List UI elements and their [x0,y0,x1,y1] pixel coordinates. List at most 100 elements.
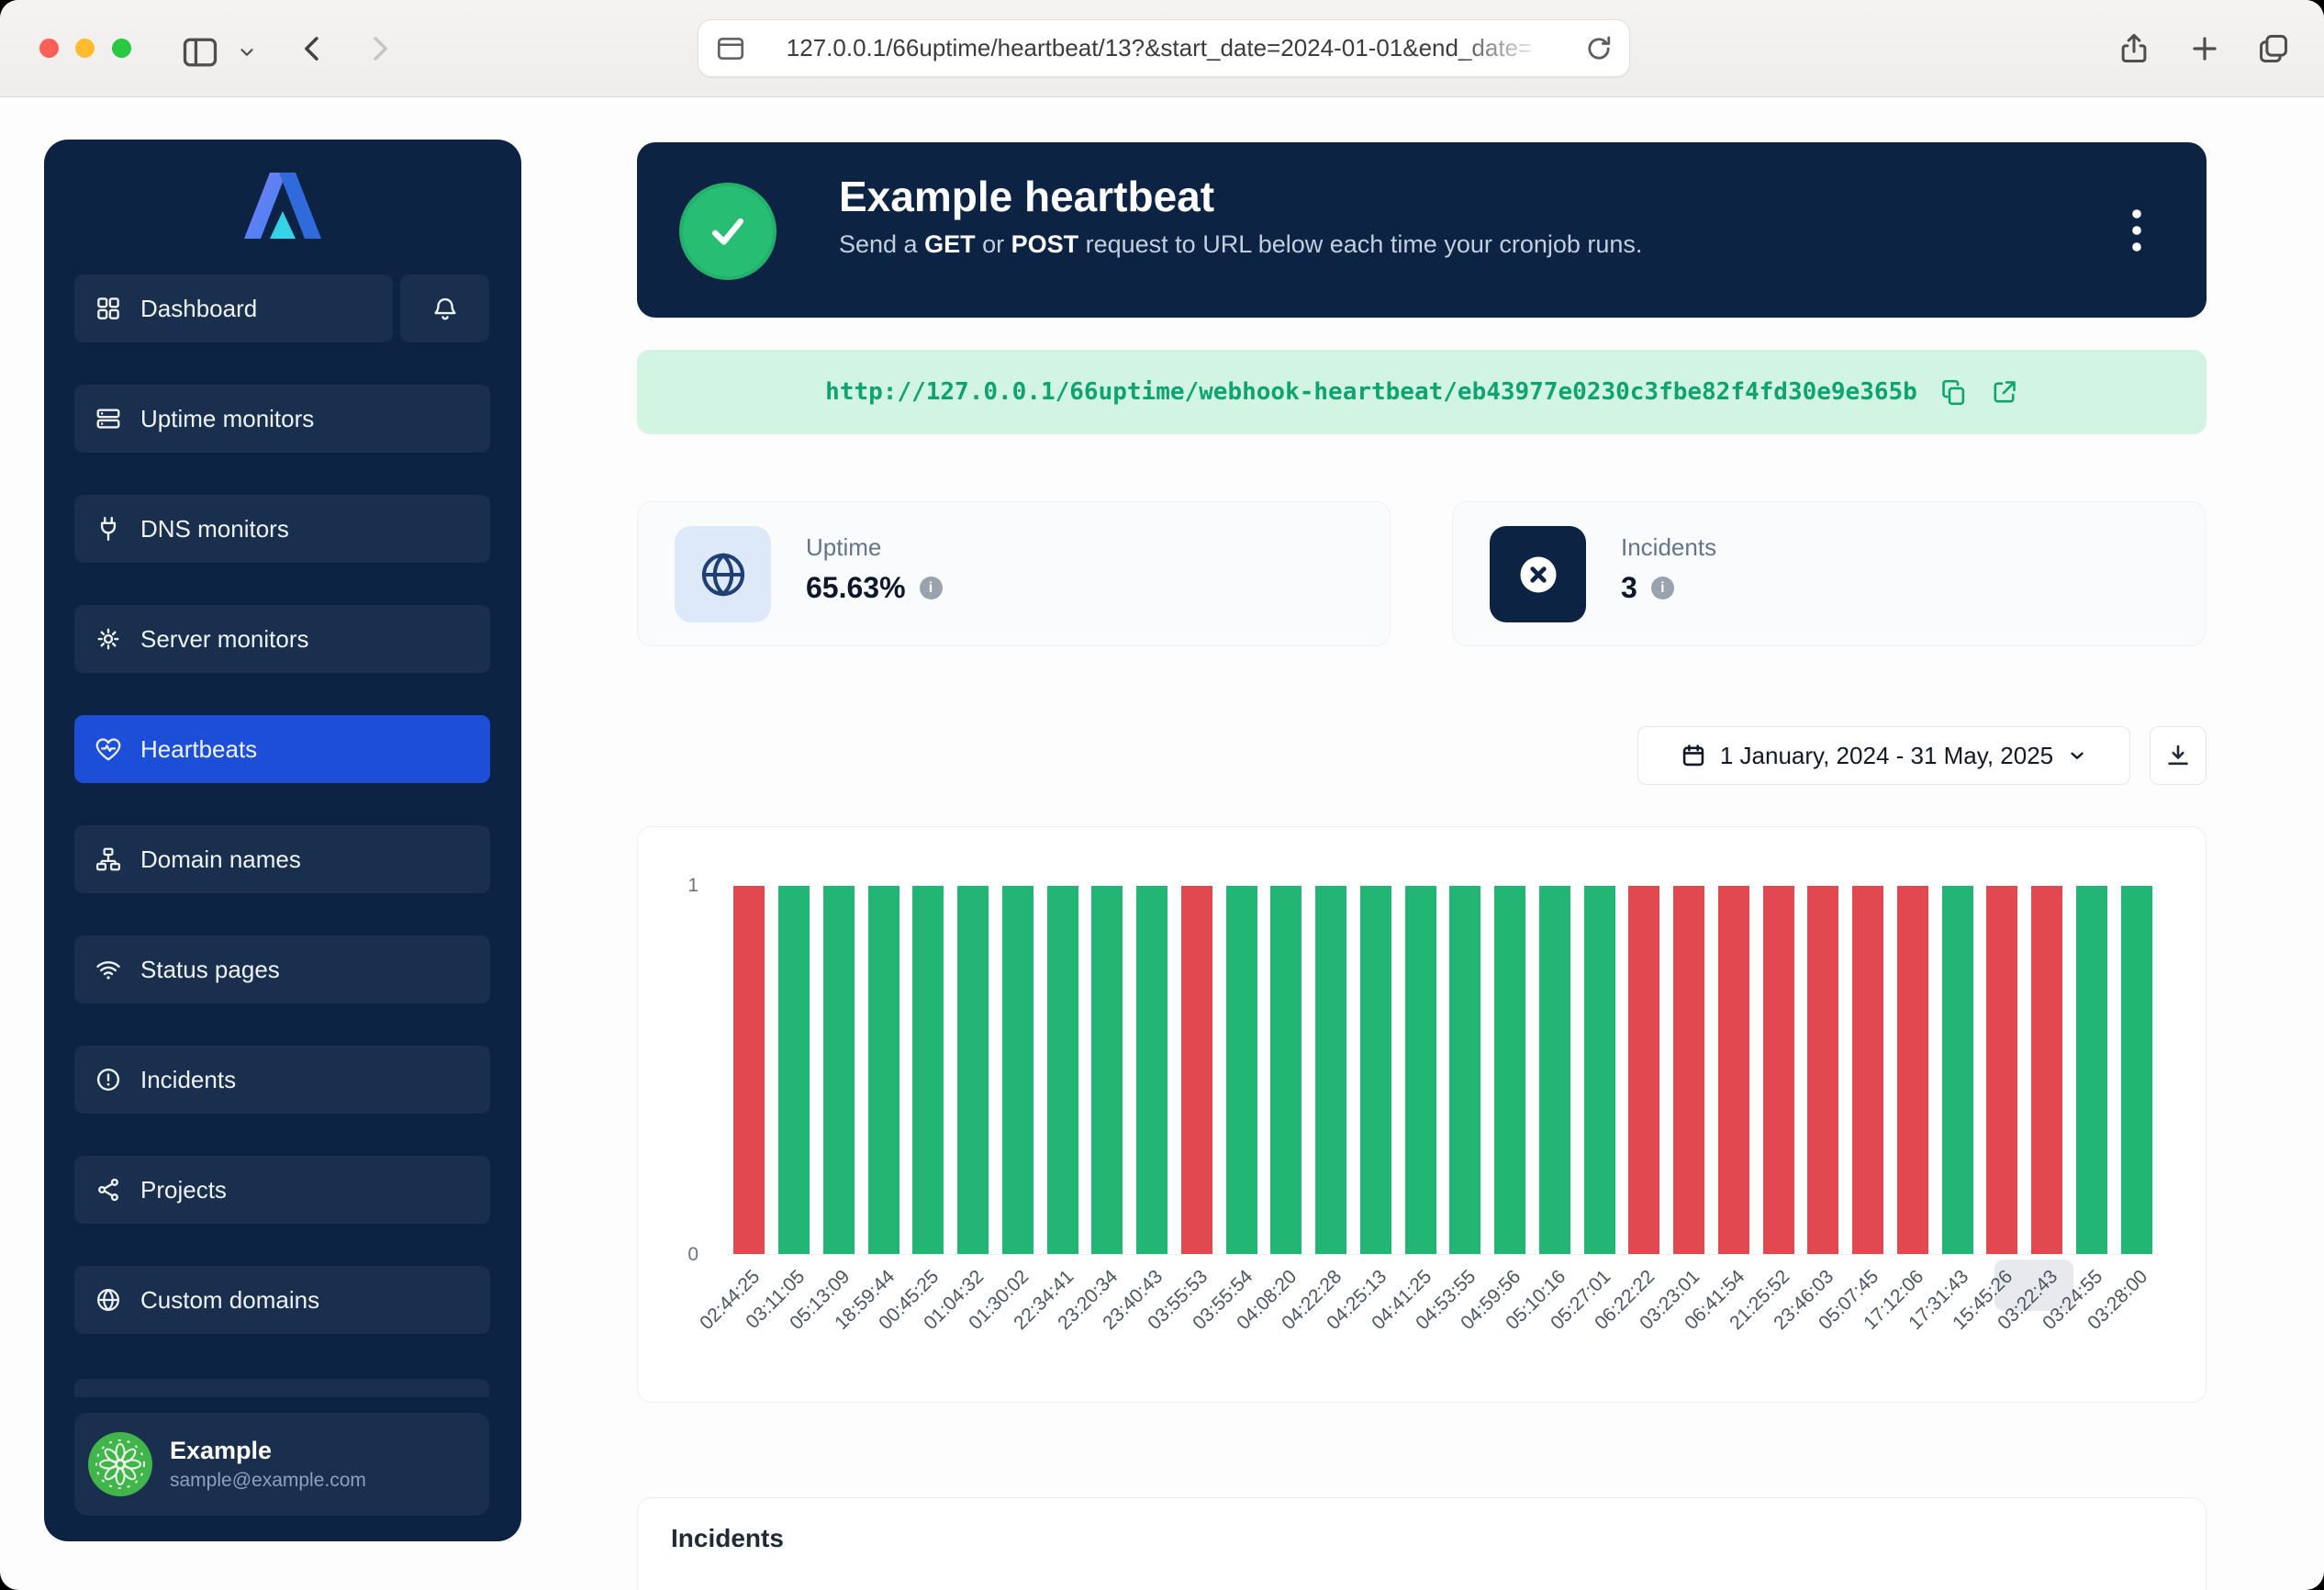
wifi-icon [95,956,122,983]
bar-down[interactable] [1986,886,2017,1254]
x-axis-labels: 02:44:2503:11:0505:13:0918:59:4400:45:25… [727,1260,2159,1380]
page-subtitle: Send a GET or POST request to URL below … [839,230,1642,259]
sidebar-item-incidents[interactable]: Incidents [74,1046,490,1114]
sidebar-item-partial[interactable] [74,1379,489,1397]
bar-down[interactable] [2031,886,2062,1254]
sidebar-item-dns-monitors[interactable]: DNS monitors [74,495,490,563]
bar-slot [1309,886,1354,1254]
bar-up[interactable] [1539,886,1570,1254]
stat-label: Incidents [1621,533,1716,562]
bar-down[interactable] [733,886,765,1254]
sidebar-item-uptime-monitors[interactable]: Uptime monitors [74,385,490,453]
bar-down[interactable] [1852,886,1883,1254]
bar-up[interactable] [912,886,944,1254]
share-nodes-icon [95,1176,122,1204]
bar-up[interactable] [2121,886,2152,1254]
sidebar-item-heartbeats[interactable]: Heartbeats [74,715,490,783]
bar-up[interactable] [868,886,899,1254]
bar-up[interactable] [1584,886,1615,1254]
bar-up[interactable] [1494,886,1525,1254]
x-circle-icon [1514,551,1562,599]
bar-up[interactable] [1942,886,1973,1254]
sidebar-dashboard-row: Dashboard [74,274,490,342]
sidebar-item-status-pages[interactable]: Status pages [74,935,490,1003]
bar-slot [727,886,772,1254]
kebab-menu-button[interactable] [2113,196,2161,265]
toolbar-chevron-button[interactable] [237,42,257,62]
bar-down[interactable] [1807,886,1838,1254]
alert-circle-icon [95,1066,122,1093]
sidebar-item-projects[interactable]: Projects [74,1156,490,1224]
sidebar-item-domain-names[interactable]: Domain names [74,825,490,893]
bar-down[interactable] [1181,886,1212,1254]
incidents-tile [1490,526,1586,622]
sidebar-item-server-monitors[interactable]: Server monitors [74,605,490,673]
sidebar-item-dashboard[interactable]: Dashboard [74,274,393,342]
bar-up[interactable] [1047,886,1078,1254]
bar-down[interactable] [1628,886,1659,1254]
bar-up[interactable] [1136,886,1168,1254]
url-bar[interactable]: 127.0.0.1/66uptime/heartbeat/13?&start_d… [698,19,1630,77]
bar-up[interactable] [1405,886,1436,1254]
info-icon[interactable]: i [920,577,943,599]
bar-slot [951,886,996,1254]
bar-down[interactable] [1673,886,1704,1254]
open-link-button[interactable] [1990,378,2018,407]
back-button[interactable] [296,31,330,66]
bar-down[interactable] [1897,886,1928,1254]
bar-up[interactable] [1091,886,1123,1254]
user-name: Example [170,1437,366,1465]
copy-icon [1939,378,1968,407]
traffic-light-close[interactable] [39,39,59,58]
reload-button[interactable] [1583,33,1615,64]
bar-slot [1354,886,1399,1254]
share-icon [2117,31,2151,66]
bar-up[interactable] [1002,886,1034,1254]
uptime-tile [675,526,771,622]
bar-up[interactable] [1360,886,1391,1254]
bar-up[interactable] [1270,886,1302,1254]
sidebar-item-label: Heartbeats [140,735,257,764]
date-range-button[interactable]: 1 January, 2024 - 31 May, 2025 [1637,726,2130,785]
webhook-url: http://127.0.0.1/66uptime/webhook-heartb… [825,378,1917,406]
bar-up[interactable] [778,886,810,1254]
sidebar-toggle-button[interactable] [180,32,220,73]
app-logo[interactable] [44,140,521,245]
page-title: Example heartbeat [839,170,1642,223]
heartbeat-chart-card: 1 0 02:44:2503:11:0505:13:0918:59:4400:4… [637,826,2207,1403]
new-tab-button[interactable] [2187,31,2222,66]
notification-bell-button[interactable] [400,274,489,342]
bar-down[interactable] [1718,886,1749,1254]
sidebar-item-custom-domains[interactable]: Custom domains [74,1266,490,1334]
bar-up[interactable] [1315,886,1346,1254]
plus-icon [2187,31,2222,66]
status-up-badge [679,183,777,280]
bar-up[interactable] [823,886,855,1254]
tab-overview-button[interactable] [2256,31,2291,66]
bar-plot [727,886,2159,1255]
incidents-card: Incidents [637,1497,2207,1590]
user-card[interactable]: Example sample@example.com [74,1413,489,1516]
stat-value: 65.63% [806,571,906,605]
y-axis-label-0: 0 [658,1244,698,1266]
bar-down[interactable] [1763,886,1794,1254]
traffic-light-zoom[interactable] [112,39,131,58]
user-email: sample@example.com [170,1470,366,1492]
bar-up[interactable] [957,886,989,1254]
info-icon[interactable]: i [1651,577,1674,599]
bar-up[interactable] [1449,886,1480,1254]
forward-button[interactable] [362,31,397,66]
dns-plug-icon [95,515,122,543]
download-button[interactable] [2150,726,2207,785]
traffic-light-minimize[interactable] [75,39,95,58]
share-button[interactable] [2117,31,2151,66]
bar-slot [1219,886,1264,1254]
copy-button[interactable] [1939,378,1968,407]
avatar [87,1431,153,1497]
sidebar-item-label: Status pages [140,956,280,984]
bar-up[interactable] [1226,886,1257,1254]
bar-slot [1846,886,1891,1254]
kebab-menu-icon [2120,203,2153,258]
bar-up[interactable] [2076,886,2107,1254]
sidebar: Dashboard Uptime monitors DNS monitors Serv… [44,140,521,1541]
